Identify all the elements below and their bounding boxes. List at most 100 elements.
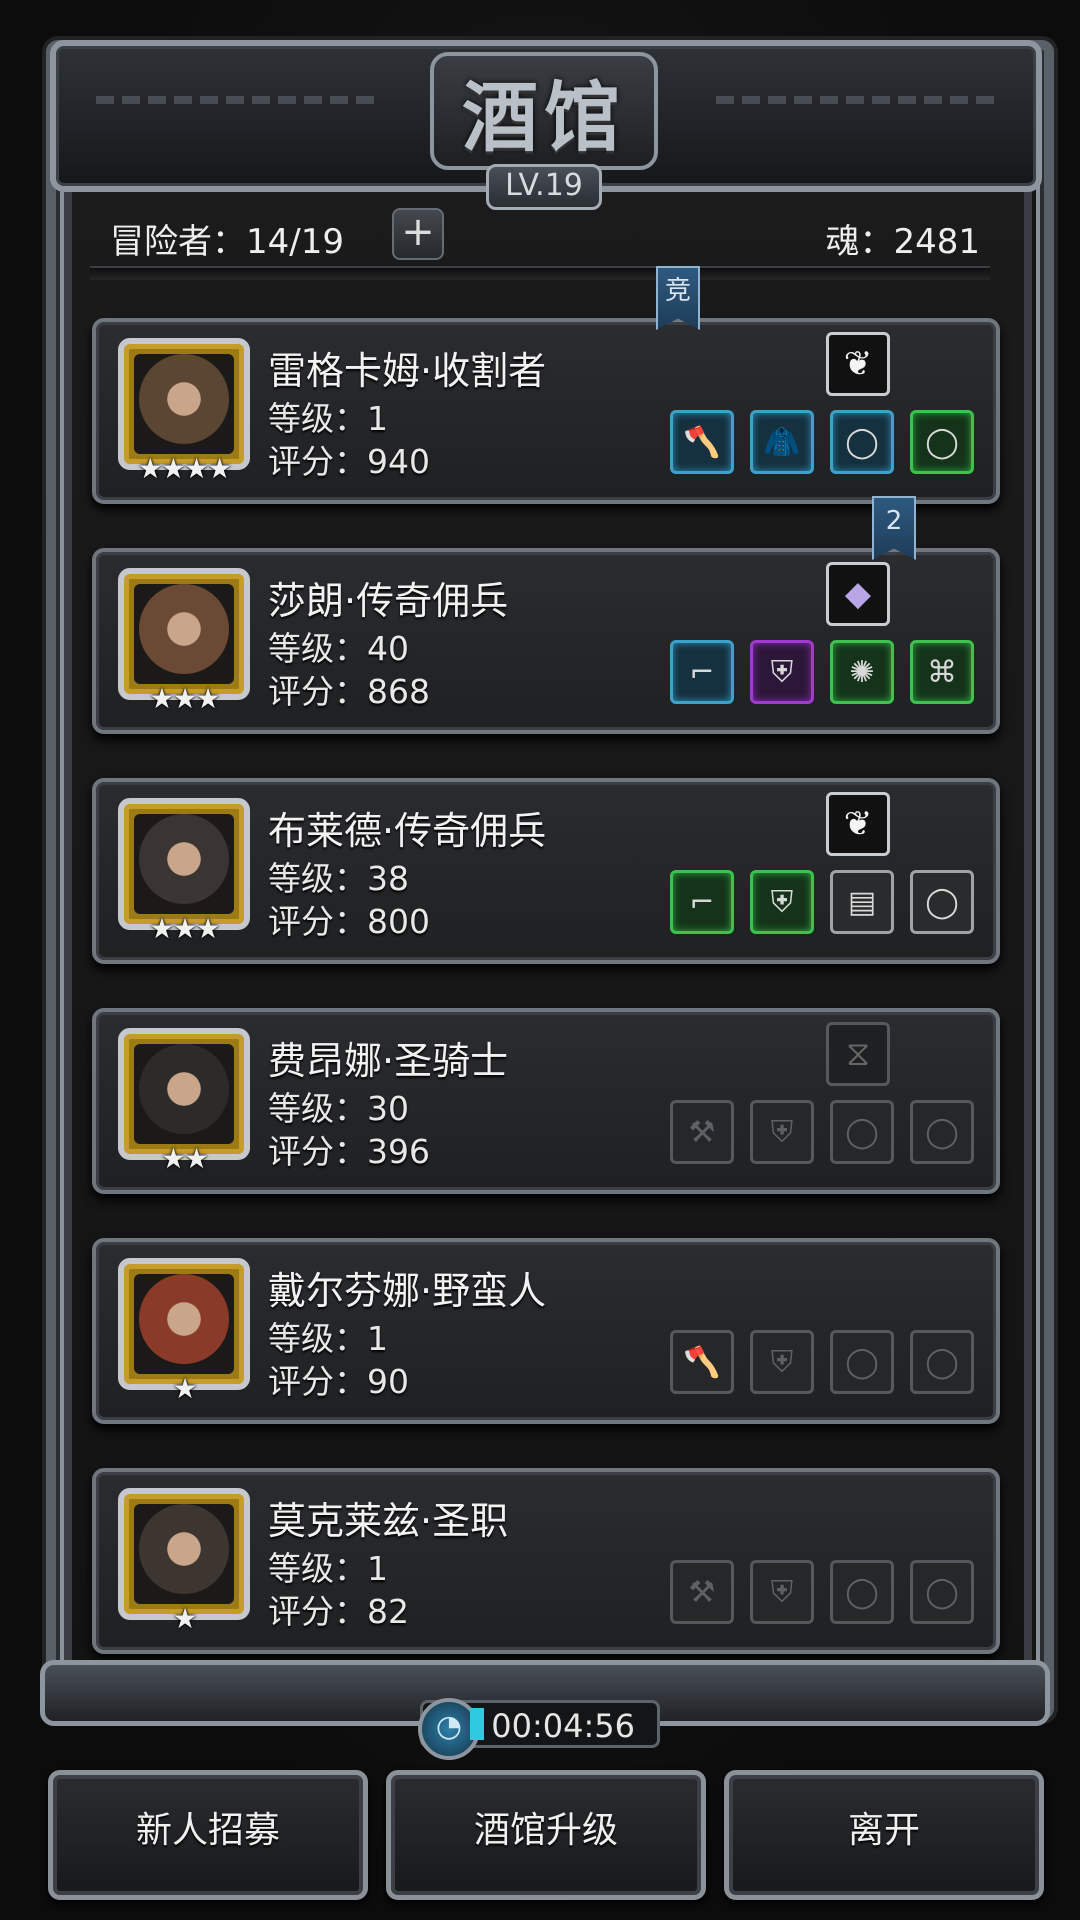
- ring-icon: ◯: [925, 424, 959, 460]
- hero-card[interactable]: ★★★ 莎朗·传奇佣兵等级：40 评分：868 ◆ ⌐ ⛨ ✺ ⌘: [92, 548, 1000, 734]
- divider: [90, 266, 990, 280]
- ring-icon: ◯: [845, 1344, 879, 1380]
- equipment-slot[interactable]: ◯: [910, 1100, 974, 1164]
- upgrade-tavern-button[interactable]: 酒馆升级: [386, 1770, 706, 1900]
- hero-level: 等级：40: [268, 629, 409, 668]
- hero-name: 布莱德·传奇佣兵: [268, 809, 547, 853]
- equipment-slot[interactable]: 🧥: [750, 410, 814, 474]
- equipment-slot[interactable]: ◯: [830, 1560, 894, 1624]
- equipment-slot[interactable]: ▤: [830, 870, 894, 934]
- star-rating: ★★★: [149, 912, 220, 945]
- star-rating: ★★: [160, 1142, 209, 1175]
- hero-level: 等级：38: [268, 859, 409, 898]
- hero-portrait[interactable]: [118, 338, 250, 470]
- chain-right-decoration: [716, 96, 996, 104]
- equipment-slot[interactable]: ⚒: [670, 1560, 734, 1624]
- chain-left-decoration: [96, 96, 376, 104]
- hero-card[interactable]: ★ 戴尔芬娜·野蛮人 等级：1 评分：90 🪓 ⛨ ◯ ◯: [92, 1238, 1000, 1424]
- hero-card[interactable]: ★★★ 布莱德·传奇佣兵等级：38 评分：800 ❦ ⌐ ⛨ ▤ ◯: [92, 778, 1000, 964]
- title-plate: 酒馆: [430, 52, 658, 170]
- equipment-slot[interactable]: ⌐: [670, 640, 734, 704]
- hero-portrait[interactable]: [118, 798, 250, 930]
- page-title: 酒馆: [462, 73, 626, 162]
- scroll-icon: ⌘: [927, 654, 957, 690]
- ring-icon: ◯: [925, 1344, 959, 1380]
- portrait-image: [134, 584, 234, 684]
- portrait-image: [134, 814, 234, 914]
- axe-icon: 🪓: [683, 1344, 721, 1380]
- adventurer-count: 冒险者：14/19: [110, 222, 344, 262]
- hero-card[interactable]: ★★★★ 雷格卡姆·收割者 等级：1 评分：940 ❦ 🪓 🧥 ◯ ◯: [92, 318, 1000, 504]
- skill-slot[interactable]: ⧖: [826, 1022, 890, 1086]
- equipment-slot[interactable]: 🪓: [670, 1330, 734, 1394]
- hero-card[interactable]: ★ 莫克莱兹·圣职 等级：1 评分：82 ⚒ ⛨ ◯ ◯: [92, 1468, 1000, 1654]
- equipment-slot[interactable]: ⚒: [670, 1100, 734, 1164]
- add-capacity-button[interactable]: +: [392, 208, 444, 260]
- feather-icon: ❦: [843, 804, 873, 844]
- hero-portrait[interactable]: [118, 1028, 250, 1160]
- hero-score: 评分：396: [268, 1132, 430, 1171]
- ring-icon: ◯: [845, 1114, 879, 1150]
- equipment-slot[interactable]: ◯: [830, 1330, 894, 1394]
- battle-axe-icon: 🪓: [683, 424, 721, 460]
- armor-icon: ⛨: [770, 1114, 794, 1150]
- portrait-image: [134, 1274, 234, 1374]
- equipment-slot[interactable]: ✺: [830, 640, 894, 704]
- ring-icon: ◯: [925, 1114, 959, 1150]
- hero-level: 等级：1: [268, 399, 388, 438]
- equipment-slot[interactable]: ⛨: [750, 1330, 814, 1394]
- pistol-icon: ⌐: [689, 654, 715, 690]
- star-rating: ★: [172, 1372, 197, 1405]
- hero-score: 评分：90: [268, 1362, 409, 1401]
- recruit-button[interactable]: 新人招募: [48, 1770, 368, 1900]
- pistol-icon: ⌐: [689, 884, 715, 920]
- hero-score: 评分：868: [268, 672, 430, 711]
- soul-currency: 魂：2481: [825, 222, 980, 262]
- equipment-slot[interactable]: 🪓: [670, 410, 734, 474]
- ring-icon: ◯: [925, 884, 959, 920]
- hero-name: 莫克莱兹·圣职: [268, 1499, 509, 1543]
- hero-name: 雷格卡姆·收割者: [268, 349, 547, 393]
- hero-name: 莎朗·传奇佣兵: [268, 579, 509, 623]
- equipment-slot[interactable]: ◯: [910, 1330, 974, 1394]
- tavern-screen: 酒馆 LV.19 冒险者：14/19 + 魂：2481 ★★★★ 雷格卡姆·收割者…: [0, 0, 1080, 1920]
- hero-level: 等级：1: [268, 1319, 388, 1358]
- timer-progress-icon: [470, 1708, 484, 1740]
- ring-icon: ◯: [845, 1574, 879, 1610]
- hero-level: 等级：1: [268, 1549, 388, 1588]
- ring-icon: ◯: [925, 1574, 959, 1610]
- equipment-slot[interactable]: ⛨: [750, 1560, 814, 1624]
- equipment-slot[interactable]: ⛨: [750, 1100, 814, 1164]
- amulet-icon: ✺: [849, 654, 875, 690]
- hero-portrait[interactable]: [118, 568, 250, 700]
- skill-slot[interactable]: ❦: [826, 332, 890, 396]
- ring-icon: ◯: [845, 424, 879, 460]
- portrait-image: [134, 354, 234, 454]
- hero-score: 评分：800: [268, 902, 430, 941]
- hourglass-icon: ⧖: [846, 1034, 870, 1074]
- hero-portrait[interactable]: [118, 1488, 250, 1620]
- equipment-slot[interactable]: ⌘: [910, 640, 974, 704]
- hammer-icon: ⚒: [688, 1114, 716, 1150]
- hero-name: 费昂娜·圣骑士: [268, 1039, 509, 1083]
- star-rating: ★★★: [149, 682, 220, 715]
- hero-card[interactable]: ★★ 费昂娜·圣骑士 等级：30 评分：396 ⧖ ⚒ ⛨ ◯ ◯: [92, 1008, 1000, 1194]
- skill-slot[interactable]: ◆: [826, 562, 890, 626]
- stats-row: 冒险者：14/19 + 魂：2481: [110, 208, 980, 264]
- barrel-icon: ▤: [847, 884, 877, 920]
- tavern-level-badge: LV.19: [486, 164, 602, 210]
- hammer-icon: ⚒: [688, 1574, 716, 1610]
- equipment-slot[interactable]: ⛨: [750, 870, 814, 934]
- equipment-slot[interactable]: ◯: [830, 410, 894, 474]
- equipment-slot[interactable]: ◯: [910, 1560, 974, 1624]
- plate-armor-icon: ⛨: [770, 654, 794, 690]
- leave-button[interactable]: 离开: [724, 1770, 1044, 1900]
- equipment-slot[interactable]: ◯: [910, 870, 974, 934]
- equipment-slot[interactable]: ⌐: [670, 870, 734, 934]
- equipment-slot[interactable]: ◯: [910, 410, 974, 474]
- hero-portrait[interactable]: [118, 1258, 250, 1390]
- equipment-slot[interactable]: ◯: [830, 1100, 894, 1164]
- skill-slot[interactable]: ❦: [826, 792, 890, 856]
- equipment-slot[interactable]: ⛨: [750, 640, 814, 704]
- feather-icon: ❦: [843, 344, 873, 384]
